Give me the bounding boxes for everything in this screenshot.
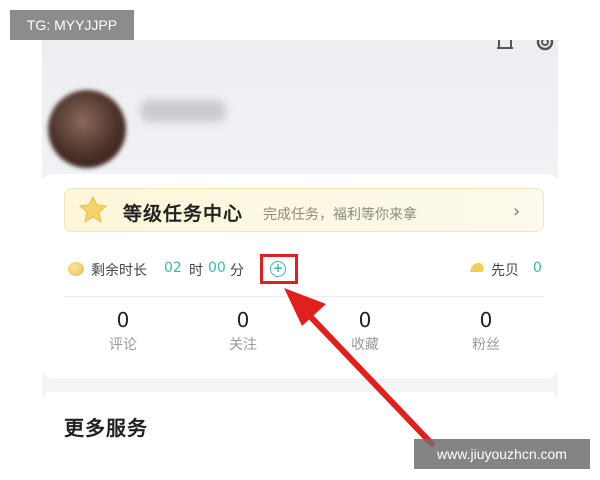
stat-followers[interactable]: 0 粉丝 (441, 308, 531, 354)
plus-circle-icon[interactable]: + (270, 261, 286, 277)
settings-icon[interactable] (532, 40, 558, 52)
chevron-right-icon: › (513, 201, 521, 222)
stat-label: 收藏 (351, 337, 379, 353)
notification-icon[interactable] (494, 40, 516, 50)
remaining-time-row: 剩余时长 02 时 00 分 + 先贝 0 (64, 254, 544, 284)
hours-unit: 时 (189, 263, 203, 279)
level-banner-subtitle: 完成任务，福利等你来拿 (263, 207, 417, 223)
coin-icon (68, 262, 84, 276)
stat-value: 0 (358, 308, 372, 332)
watermark-top: TG: MYYJJPP (10, 10, 134, 40)
watermark-bottom: www.jiuyouzhcn.com (414, 439, 590, 469)
stat-label: 评论 (109, 337, 137, 353)
more-services-title: 更多服务 (64, 416, 148, 440)
username-blurred (140, 100, 226, 122)
stat-comments[interactable]: 0 评论 (78, 308, 168, 354)
remaining-minutes: 00 (208, 260, 226, 276)
app-screen: 等级任务中心 完成任务，福利等你来拿 › 剩余时长 02 时 00 分 + 先贝… (42, 40, 558, 480)
shell-value: 0 (533, 260, 542, 276)
remaining-time-label: 剩余时长 (91, 263, 147, 279)
shell-label: 先贝 (491, 263, 519, 279)
stat-favorites[interactable]: 0 收藏 (320, 308, 410, 354)
stat-label: 粉丝 (472, 337, 500, 353)
stat-label: 关注 (229, 337, 257, 353)
add-time-highlight: + (260, 254, 298, 284)
avatar[interactable] (48, 90, 126, 168)
minutes-unit: 分 (230, 263, 244, 279)
divider (64, 296, 544, 297)
stat-value: 0 (479, 308, 493, 332)
stat-value: 0 (236, 308, 250, 332)
shell-icon (470, 262, 484, 272)
level-task-center-banner[interactable]: 等级任务中心 完成任务，福利等你来拿 › (64, 188, 544, 232)
level-badge-icon (78, 195, 108, 224)
level-banner-title: 等级任务中心 (123, 203, 244, 225)
remaining-hours: 02 (164, 260, 182, 276)
stat-following[interactable]: 0 关注 (198, 308, 288, 354)
stat-value: 0 (116, 308, 130, 332)
